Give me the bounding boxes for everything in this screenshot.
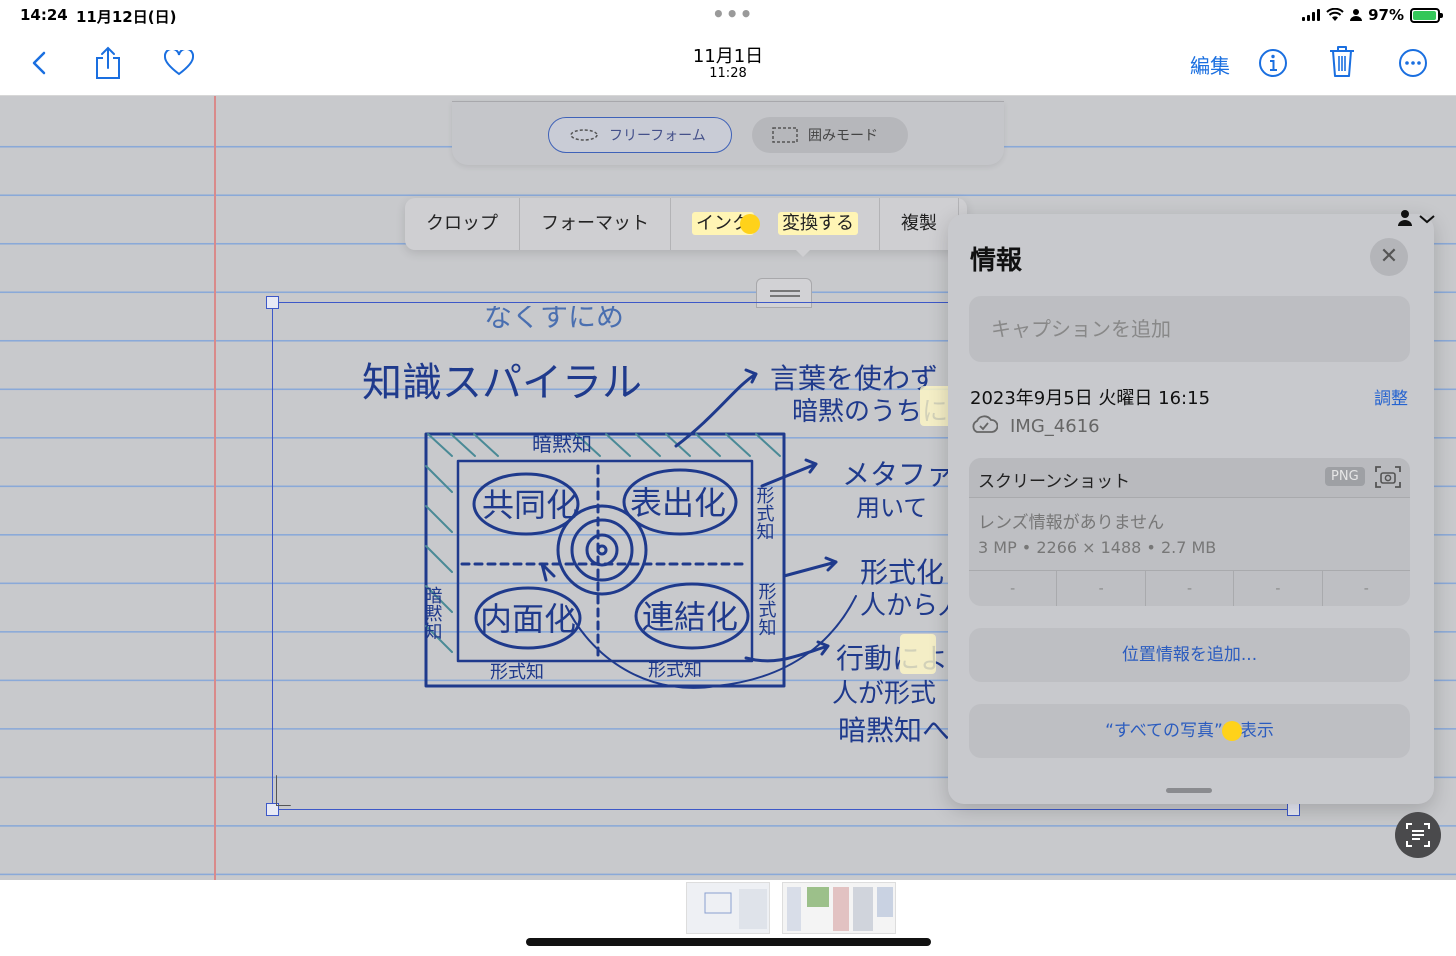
icloud-check-icon (972, 415, 998, 433)
lasso-icon (570, 129, 598, 141)
sketch-note4b: 人が形式 (832, 679, 936, 709)
home-indicator[interactable] (526, 938, 931, 946)
show-in-all-photos-button[interactable]: “すべての写真”で表示 (969, 704, 1410, 758)
sketch-q2: 表出化 (630, 484, 726, 522)
lasso-mode-panel: フリーフォーム 囲みモード (452, 101, 1004, 165)
exif-value: - (969, 571, 1058, 606)
status-indicators: 97% (1302, 6, 1443, 24)
format-badge: PNG (1325, 467, 1365, 486)
media-type: スクリーンショット (978, 472, 1131, 492)
duplicate-label: 複製 (901, 213, 937, 234)
recognized-text-highlight (900, 634, 936, 674)
exif-value: - (1057, 571, 1146, 606)
back-icon[interactable] (30, 50, 50, 76)
sketch-top-partial: なくすにめ (484, 306, 624, 333)
image-spec: 3 MP • 2266 × 1488 • 2.7 MB (978, 538, 1217, 557)
status-date: 11月12日(日) (76, 8, 177, 26)
status-time: 14:24 (20, 6, 68, 24)
trash-icon[interactable] (1328, 44, 1356, 78)
sketch-q3: 内面化 (480, 600, 576, 638)
freeform-mode-button[interactable]: フリーフォーム (548, 117, 732, 153)
thumbnail-current[interactable] (686, 882, 770, 934)
margin-line (214, 96, 216, 880)
rectangle-select-icon (772, 127, 798, 143)
person-icon (1350, 9, 1363, 21)
convert-ink-label-convert: 変換する (778, 212, 858, 235)
touch-indicator (1222, 721, 1242, 741)
info-icon[interactable] (1258, 48, 1288, 78)
battery-icon (1410, 7, 1443, 23)
wifi-icon (1326, 8, 1344, 21)
sketch-note2b: 用いて (856, 494, 927, 522)
sketch-q4: 連結化 (642, 598, 738, 636)
more-icon[interactable] (1398, 48, 1428, 78)
rectangle-mode-label: 囲みモード (808, 128, 878, 144)
panel-grabber[interactable] (1166, 788, 1212, 793)
nav-subtitle: 11:28 (709, 66, 747, 81)
sketch-note3a: 形式化 (860, 556, 944, 589)
live-text-button[interactable] (1395, 812, 1441, 858)
sketch-box-right-top: 形式知 (754, 486, 775, 540)
touch-indicator (740, 214, 760, 234)
share-icon[interactable] (94, 46, 122, 80)
sketch-box-left: 暗黙知 (422, 586, 443, 640)
multitasking-dots-icon[interactable]: ••• (712, 2, 753, 26)
context-menu: クロップ フォーマット インク 変換する 複製 (405, 198, 967, 250)
close-button[interactable]: ✕ (1370, 238, 1408, 276)
info-title: 情報 (970, 246, 1023, 276)
rectangle-mode-button[interactable]: 囲みモード (752, 117, 908, 153)
thumbnail[interactable] (782, 882, 896, 934)
info-panel: 情報 ✕ 2023年9月5日 火曜日 16:15 調整 IMG_4616 スクリ… (948, 214, 1434, 804)
sketch-box-top: 暗黙知 (532, 432, 592, 456)
status-bar: 14:24 11月12日(日) ••• 97% (0, 0, 1456, 30)
photo-datetime: 2023年9月5日 火曜日 16:15 (970, 388, 1211, 409)
heart-icon[interactable] (164, 50, 194, 76)
convert-ink-menu-item[interactable]: インク 変換する (671, 198, 880, 250)
menu-caret (793, 247, 813, 257)
exif-value: - (1146, 571, 1235, 606)
note-canvas[interactable]: フリーフォーム 囲みモード クロップ フォーマット インク 変換する 複製 なく… (0, 96, 1456, 880)
exif-value: - (1363, 581, 1369, 597)
battery-percent: 97% (1368, 6, 1404, 24)
adjust-button[interactable]: 調整 (1374, 384, 1408, 409)
format-menu-item[interactable]: フォーマット (520, 198, 671, 250)
nav-bar: 11月1日 11:28 編集 (0, 30, 1456, 96)
sketch-box-bottom-left: 形式知 (490, 662, 544, 683)
photo-filename: IMG_4616 (1010, 416, 1100, 437)
screenshot-icon (1375, 466, 1401, 488)
edit-button[interactable]: 編集 (1190, 50, 1230, 79)
format-label: フォーマット (541, 213, 649, 234)
freeform-mode-label: フリーフォーム (609, 128, 706, 144)
crop-menu-item[interactable]: クロップ (405, 198, 520, 250)
caption-input[interactable] (969, 296, 1410, 362)
crop-label: クロップ (426, 213, 498, 234)
cellular-signal-icon (1302, 9, 1321, 21)
sketch-q1: 共同化 (482, 486, 578, 524)
close-icon: ✕ (1379, 244, 1399, 269)
sketch-box-right-bottom: 形式知 (756, 582, 777, 636)
exif-value: - (1234, 571, 1323, 606)
exif-row: - - - - - (969, 570, 1410, 606)
person-menu-icon[interactable] (1396, 208, 1438, 230)
metadata-card: スクリーンショット PNG レンズ情報がありません 3 MP • 2266 × … (969, 458, 1410, 606)
sketch-title: 知識スパイラル (362, 360, 642, 406)
nav-title: 11月1日 (692, 46, 764, 67)
add-location-button[interactable]: 位置情報を追加... (969, 628, 1410, 682)
live-text-icon (1406, 823, 1430, 847)
sketch-box-bottom-right: 形式知 (648, 660, 702, 681)
lens-info: レンズ情報がありません (978, 513, 1165, 533)
sketch-note1a: 言葉を使わず (770, 362, 938, 395)
